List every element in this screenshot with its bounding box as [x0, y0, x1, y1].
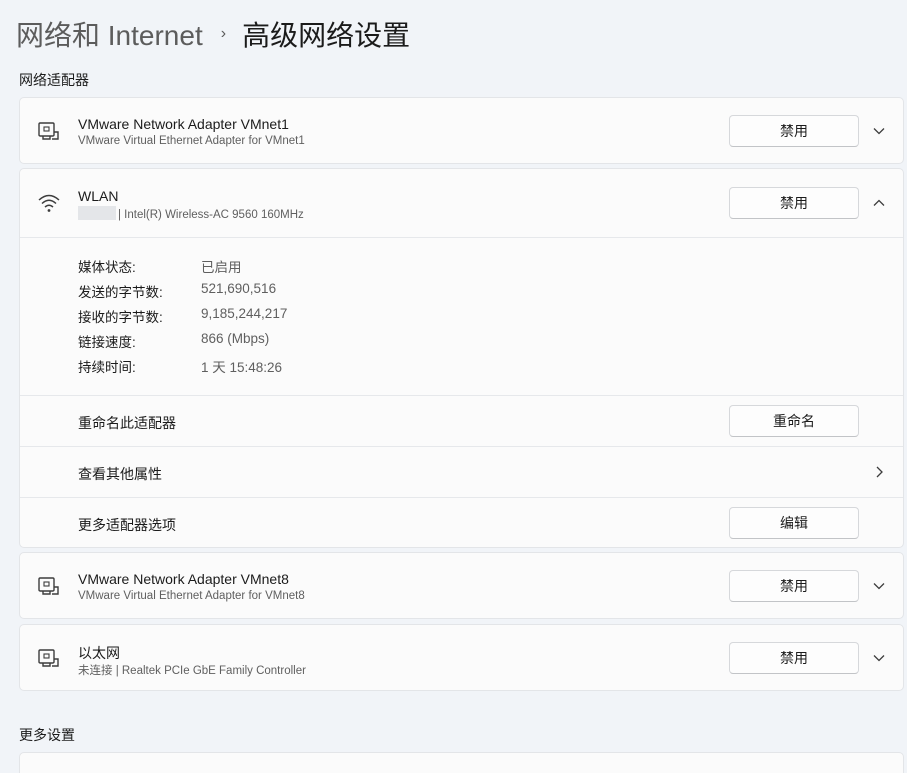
wlan-details-panel: 媒体状态: 已启用 发送的字节数: 521,690,516 接收的字节数: 9,…: [20, 237, 903, 395]
detail-value: 866 (Mbps): [201, 331, 270, 346]
adapter-title: VMware Network Adapter VMnet8: [78, 571, 289, 587]
breadcrumb-separator-icon: ›: [220, 25, 227, 42]
detail-value: 521,690,516: [201, 281, 277, 296]
adapter-card-wlan[interactable]: WLAN | Intel(R) Wireless-AC 9560 160MHz …: [19, 168, 904, 548]
advanced-network-settings-page: 网络和 Internet › 高级网络设置 网络适配器 VMware Netwo…: [0, 0, 907, 773]
ethernet-icon: [38, 649, 59, 667]
adapter-subtitle: VMware Virtual Ethernet Adapter for VMne…: [78, 590, 305, 602]
detail-label: 发送的字节数:: [78, 285, 163, 300]
rename-button[interactable]: 重命名: [729, 405, 859, 437]
chevron-down-icon[interactable]: [870, 122, 888, 140]
disable-button[interactable]: 禁用: [729, 187, 859, 219]
chevron-up-icon[interactable]: [870, 194, 888, 212]
adapter-card-vmnet8[interactable]: VMware Network Adapter VMnet8 VMware Vir…: [19, 552, 904, 619]
more-adapter-options-label: 更多适配器选项: [78, 517, 176, 533]
detail-value: 9,185,244,217: [201, 306, 288, 321]
disable-button[interactable]: 禁用: [729, 570, 859, 602]
section-title-network-adapters: 网络适配器: [19, 72, 89, 88]
breadcrumb-parent-link[interactable]: 网络和 Internet: [16, 14, 203, 54]
adapter-card-ethernet[interactable]: 以太网 未连接 | Realtek PCIe GbE Family Contro…: [19, 624, 904, 691]
adapter-subtitle: VMware Virtual Ethernet Adapter for VMne…: [78, 135, 305, 147]
detail-label: 接收的字节数:: [78, 310, 163, 325]
detail-label: 媒体状态:: [78, 260, 136, 275]
breadcrumb: 网络和 Internet › 高级网络设置: [16, 12, 410, 56]
more-adapter-options-row: 更多适配器选项 编辑: [20, 497, 903, 547]
adapter-card-vmnet1[interactable]: VMware Network Adapter VMnet1 VMware Vir…: [19, 97, 904, 164]
section-title-more-settings: 更多设置: [19, 727, 75, 743]
rename-adapter-label: 重命名此适配器: [78, 415, 176, 431]
edit-button[interactable]: 编辑: [729, 507, 859, 539]
ethernet-icon: [38, 122, 59, 140]
rename-adapter-row: 重命名此适配器 重命名: [20, 395, 903, 446]
chevron-down-icon[interactable]: [870, 577, 888, 595]
adapter-title: 以太网: [78, 645, 120, 661]
ethernet-icon: [38, 577, 59, 595]
detail-label: 持续时间:: [78, 360, 136, 375]
adapter-subtitle: 未连接 | Realtek PCIe GbE Family Controller: [78, 665, 306, 677]
redacted-block: [78, 206, 116, 220]
wifi-icon: [38, 194, 60, 212]
adapter-title: VMware Network Adapter VMnet1: [78, 116, 289, 132]
view-properties-label: 查看其他属性: [78, 466, 162, 482]
page-title: 高级网络设置: [242, 20, 411, 51]
adapter-title: WLAN: [78, 188, 119, 204]
adapter-subtitle: | Intel(R) Wireless-AC 9560 160MHz: [78, 206, 304, 221]
disable-button[interactable]: 禁用: [729, 642, 859, 674]
disable-button[interactable]: 禁用: [729, 115, 859, 147]
chevron-down-icon[interactable]: [870, 649, 888, 667]
more-settings-card[interactable]: [19, 752, 904, 773]
detail-value: 1 天 15:48:26: [201, 360, 283, 375]
detail-label: 链接速度:: [78, 335, 136, 350]
view-properties-row[interactable]: 查看其他属性: [20, 446, 903, 497]
detail-value: 已启用: [201, 260, 242, 275]
chevron-right-icon[interactable]: [870, 463, 888, 481]
